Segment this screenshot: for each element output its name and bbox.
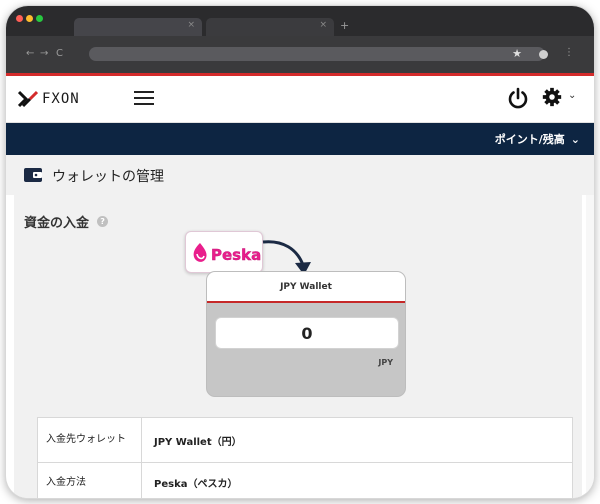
wallet-card: JPY Wallet JPY: [206, 271, 406, 397]
address-bar[interactable]: [89, 47, 545, 61]
maximize-window-icon[interactable]: [36, 15, 43, 22]
reload-icon[interactable]: C: [56, 48, 63, 59]
page-scrollbar[interactable]: [586, 195, 594, 498]
browser-toolbar: ← → C ★ ⋮: [6, 36, 594, 73]
chevron-down-icon: ⌄: [570, 132, 580, 146]
chevron-down-icon[interactable]: ⌄: [568, 90, 576, 101]
power-logout-icon[interactable]: [506, 86, 530, 110]
table-row: 入金方法 Peska（ペスカ）: [37, 462, 573, 498]
tab-close-icon[interactable]: ×: [187, 20, 195, 30]
wallet-name: JPY Wallet: [207, 272, 405, 303]
section-title-text: 資金の入金: [24, 216, 90, 231]
deposit-method-value: Peska（ペスカ）: [141, 462, 573, 498]
logo-text: FXON: [42, 91, 80, 107]
fxon-logo[interactable]: FXON: [18, 89, 80, 109]
fxon-mark-icon: [18, 90, 38, 108]
browser-menu-icon[interactable]: ⋮: [564, 47, 574, 58]
currency-label: JPY: [378, 358, 393, 367]
bookmark-star-icon[interactable]: ★: [512, 47, 522, 60]
peska-logo-image: Peska: [193, 243, 261, 264]
points-balance-button[interactable]: ポイント/残高 ⌄: [495, 131, 580, 147]
section-title: 資金の入金 ?: [24, 212, 109, 231]
browser-tab-active[interactable]: ×: [74, 18, 202, 36]
browser-tab[interactable]: ×: [206, 18, 334, 36]
destination-wallet-label: 入金先ウォレット: [37, 417, 142, 463]
table-row: 入金先ウォレット JPY Wallet（円）: [37, 417, 573, 463]
wallet-icon: [24, 168, 42, 182]
help-icon[interactable]: ?: [97, 216, 109, 227]
points-balance-bar: ポイント/残高 ⌄: [6, 123, 594, 155]
profile-avatar-icon[interactable]: [539, 50, 548, 59]
points-balance-label: ポイント/残高: [494, 133, 565, 146]
new-tab-button[interactable]: +: [340, 19, 349, 32]
browser-tab-bar: × × +: [6, 6, 594, 36]
deposit-info-table: 入金先ウォレット JPY Wallet（円） 入金方法 Peska（ペスカ）: [37, 417, 573, 498]
amount-input[interactable]: [215, 317, 399, 349]
browser-window: × × + ← → C ★ ⋮ FXON ⌄ ポイント/残高 ⌄ ウォレットの管…: [6, 6, 594, 498]
forward-icon[interactable]: →: [40, 48, 48, 59]
page-title-row: ウォレットの管理: [6, 155, 594, 195]
page-title: ウォレットの管理: [52, 169, 164, 185]
deposit-panel: 資金の入金 ? Peska JPY Wallet JPY 入金先ウォレット JP…: [14, 195, 582, 498]
peska-logo: Peska: [185, 231, 263, 273]
deposit-method-label: 入金方法: [37, 462, 142, 498]
close-window-icon[interactable]: [16, 15, 23, 22]
destination-wallet-value: JPY Wallet（円）: [141, 417, 573, 463]
gear-icon[interactable]: [541, 86, 563, 108]
peska-logo-text: Peska: [211, 246, 261, 264]
back-icon[interactable]: ←: [26, 48, 34, 59]
site-header: FXON ⌄: [6, 76, 594, 123]
hamburger-menu-icon[interactable]: [134, 90, 154, 106]
tab-close-icon[interactable]: ×: [319, 20, 327, 30]
minimize-window-icon[interactable]: [26, 15, 33, 22]
